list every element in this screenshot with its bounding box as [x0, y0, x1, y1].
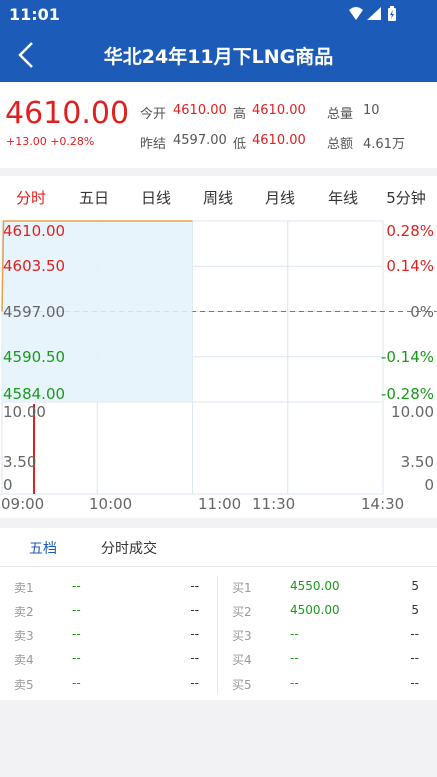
tab-five-levels[interactable]: 五档 [29, 538, 57, 558]
high-value: 4610.00 [252, 103, 306, 118]
depth-divider [0, 566, 437, 567]
bid-row: 买3 -- -- [218, 627, 437, 647]
price-tick-label: 4603.50 [3, 257, 65, 275]
level-volume: -- [410, 627, 419, 641]
prev-settle-value: 4597.00 [173, 133, 227, 148]
ask-row: 卖2 -- -- [0, 603, 219, 623]
time-label: 10:00 [89, 495, 132, 513]
period-tabs: 分时 五日 日线 周线 月线 年线 5分钟 [0, 176, 437, 218]
wifi-icon [349, 7, 363, 20]
tab-yearly[interactable]: 年线 [313, 187, 373, 208]
level-label: 卖3 [14, 629, 34, 643]
pct-tick-label: 0% [410, 303, 434, 321]
turnover-label: 总额 [327, 137, 354, 152]
level-price: 4500.00 [290, 603, 340, 617]
time-label: 11:00 [198, 495, 241, 513]
price-tick-label: 4584.00 [3, 385, 65, 403]
tab-tick-trades[interactable]: 分时成交 [101, 538, 157, 558]
bid-row: 买4 -- -- [218, 651, 437, 671]
price-tick-label: 4610.00 [3, 222, 65, 240]
volume-value: 10 [363, 103, 380, 118]
level-volume: 5 [411, 603, 419, 617]
pct-tick-label: 0.14% [386, 257, 434, 275]
title-bar: 华北24年11月下LNG商品 [0, 28, 437, 82]
open-value: 4610.00 [173, 103, 227, 118]
app-header: 11:01 华北24年11月下LNG商品 [0, 0, 437, 82]
time-label: 11:30 [252, 495, 295, 513]
level-label: 卖2 [14, 605, 34, 619]
volume-tick-label-right: 0 [424, 476, 434, 494]
level-price: -- [72, 603, 81, 617]
level-label: 买4 [232, 653, 252, 667]
pct-tick-label: 0.28% [386, 222, 434, 240]
signal-icon [367, 7, 381, 20]
prev-settle-label: 昨结 [140, 137, 167, 152]
price-change: +13.00 +0.28% [6, 135, 95, 148]
tab-five-day[interactable]: 五日 [64, 187, 124, 208]
level-label: 卖1 [14, 581, 34, 595]
tab-daily[interactable]: 日线 [126, 187, 186, 208]
level-label: 卖5 [14, 678, 34, 692]
ask-row: 卖5 -- -- [0, 676, 219, 696]
time-label: 14:30 [361, 495, 404, 513]
bid-row: 买1 4550.00 5 [218, 579, 437, 599]
level-volume: -- [190, 651, 199, 665]
volume-tick-label-left: 0 [3, 476, 13, 494]
level-price: -- [290, 651, 299, 665]
order-book-panel: 五档 分时成交 卖1 -- -- 卖2 -- -- 卖3 -- -- 卖4 -- -- 卖5 -- -- 买1… [0, 528, 437, 700]
status-icons [349, 6, 396, 21]
pct-tick-label: -0.28% [381, 385, 434, 403]
high-label: 高 [233, 107, 247, 122]
level-volume: -- [190, 676, 199, 690]
level-volume: -- [410, 676, 419, 690]
level-price: -- [72, 651, 81, 665]
level-price: -- [72, 627, 81, 641]
status-bar: 11:01 [0, 0, 437, 28]
page-title: 华北24年11月下LNG商品 [103, 46, 334, 68]
low-value: 4610.00 [252, 133, 306, 148]
price-tick-label: 4597.00 [3, 303, 65, 321]
turnover-value: 4.61万 [363, 137, 405, 152]
level-price: -- [72, 579, 81, 593]
level-label: 买1 [232, 581, 252, 595]
level-volume: 5 [411, 579, 419, 593]
intraday-chart[interactable]: 4610.00 4603.50 4597.00 4590.50 4584.00 0.28%… [0, 218, 437, 518]
price-tick-label: 4590.50 [3, 348, 65, 366]
tab-weekly[interactable]: 周线 [188, 187, 248, 208]
chart-svg: 4610.00 4603.50 4597.00 4590.50 4584.00 0.28%… [0, 220, 437, 513]
level-label: 买5 [232, 678, 252, 692]
low-label: 低 [233, 137, 247, 152]
volume-tick-label-right: 3.50 [401, 453, 434, 471]
level-volume: -- [190, 627, 199, 641]
bid-row: 买5 -- -- [218, 676, 437, 696]
volume-tick-label-left: 3.50 [3, 453, 36, 471]
ask-row: 卖3 -- -- [0, 627, 219, 647]
level-price: -- [72, 676, 81, 690]
tab-intraday[interactable]: 分时 [1, 187, 61, 208]
volume-tick-label-right: 10.00 [391, 403, 434, 421]
level-label: 卖4 [14, 653, 34, 667]
ask-row: 卖4 -- -- [0, 651, 219, 671]
level-price: -- [290, 627, 299, 641]
bid-row: 买2 4500.00 5 [218, 603, 437, 623]
level-price: 4550.00 [290, 579, 340, 593]
pct-tick-label: -0.14% [381, 348, 434, 366]
ask-row: 卖1 -- -- [0, 579, 219, 599]
level-volume: -- [410, 651, 419, 665]
open-label: 今开 [140, 107, 167, 122]
last-price: 4610.00 [5, 96, 130, 131]
level-label: 买2 [232, 605, 252, 619]
tab-monthly[interactable]: 月线 [250, 187, 310, 208]
status-time: 11:01 [9, 5, 60, 24]
volume-label: 总量 [327, 107, 354, 122]
level-price: -- [290, 676, 299, 690]
volume-tick-label-left: 10.00 [3, 403, 46, 421]
tab-5min[interactable]: 5分钟 [376, 187, 436, 208]
level-volume: -- [190, 579, 199, 593]
level-volume: -- [190, 603, 199, 617]
quote-panel: 4610.00 +13.00 +0.28% 今开 4610.00 高 4610.… [0, 82, 437, 168]
time-label: 09:00 [1, 495, 44, 513]
level-label: 买3 [232, 629, 252, 643]
battery-icon [388, 6, 396, 21]
